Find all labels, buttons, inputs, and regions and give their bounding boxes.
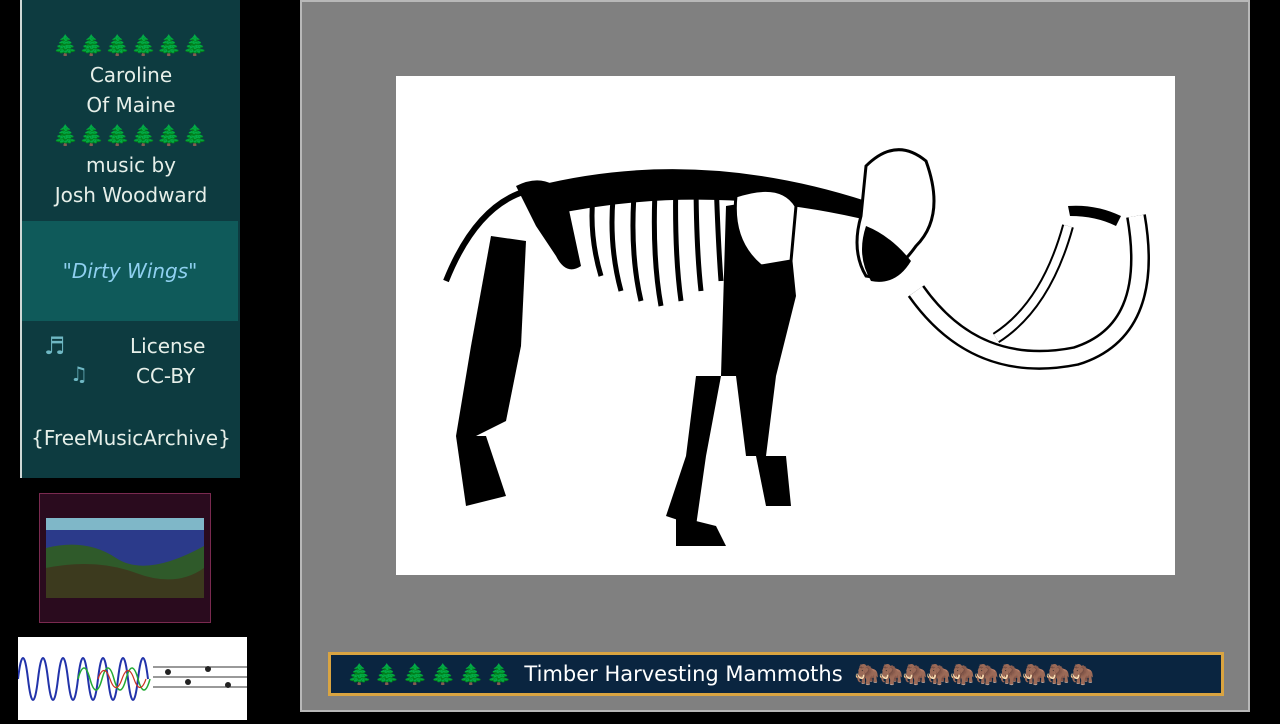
mammoth-row-icon: 🦣🦣🦣🦣🦣🦣🦣🦣🦣🦣 [854, 662, 1095, 686]
mammoth-skeleton-illustration [443, 148, 1150, 546]
license-type: CC-BY [136, 364, 196, 388]
tree-row-icon: 🌲🌲🌲🌲🌲🌲 [53, 33, 209, 57]
music-note-icon: ♬ [44, 332, 66, 360]
info-sidebar: 🌲🌲🌲🌲🌲🌲 Caroline Of Maine 🌲🌲🌲🌲🌲🌲 music by… [20, 0, 240, 478]
artist-name: Josh Woodward [54, 183, 208, 207]
license-label: License [130, 334, 206, 358]
mammoth-skeleton-image [396, 76, 1175, 575]
tree-row-icon: 🌲🌲🌲🌲🌲🌲 [53, 123, 209, 147]
landscape-thumbnail-image [46, 518, 204, 598]
album-title-line-1: Caroline [89, 63, 173, 87]
album-title-line-2: Of Maine [86, 93, 176, 117]
waveform-graphic [17, 657, 247, 701]
audio-waveform-visualizer [17, 637, 247, 720]
track-title: "Dirty Wings" [62, 259, 198, 283]
track-title-box: "Dirty Wings" [22, 221, 238, 321]
banner-title: Timber Harvesting Mammoths [524, 662, 843, 686]
license-section: ♬ ♫ License CC-BY [22, 332, 238, 402]
video-thumbnail[interactable] [39, 493, 211, 623]
title-banner: 🌲🌲🌲🌲🌲🌲 Timber Harvesting Mammoths 🦣🦣🦣🦣🦣🦣… [328, 652, 1224, 696]
archive-label: {FreeMusicArchive} [31, 426, 231, 450]
image-viewer-pane: 🌲🌲🌲🌲🌲🌲 Timber Harvesting Mammoths 🦣🦣🦣🦣🦣🦣… [300, 0, 1250, 712]
tree-row-icon: 🌲🌲🌲🌲🌲🌲 [347, 662, 515, 686]
music-notes-icon: ♫ [70, 362, 88, 386]
credit-line-1: music by [85, 153, 177, 177]
